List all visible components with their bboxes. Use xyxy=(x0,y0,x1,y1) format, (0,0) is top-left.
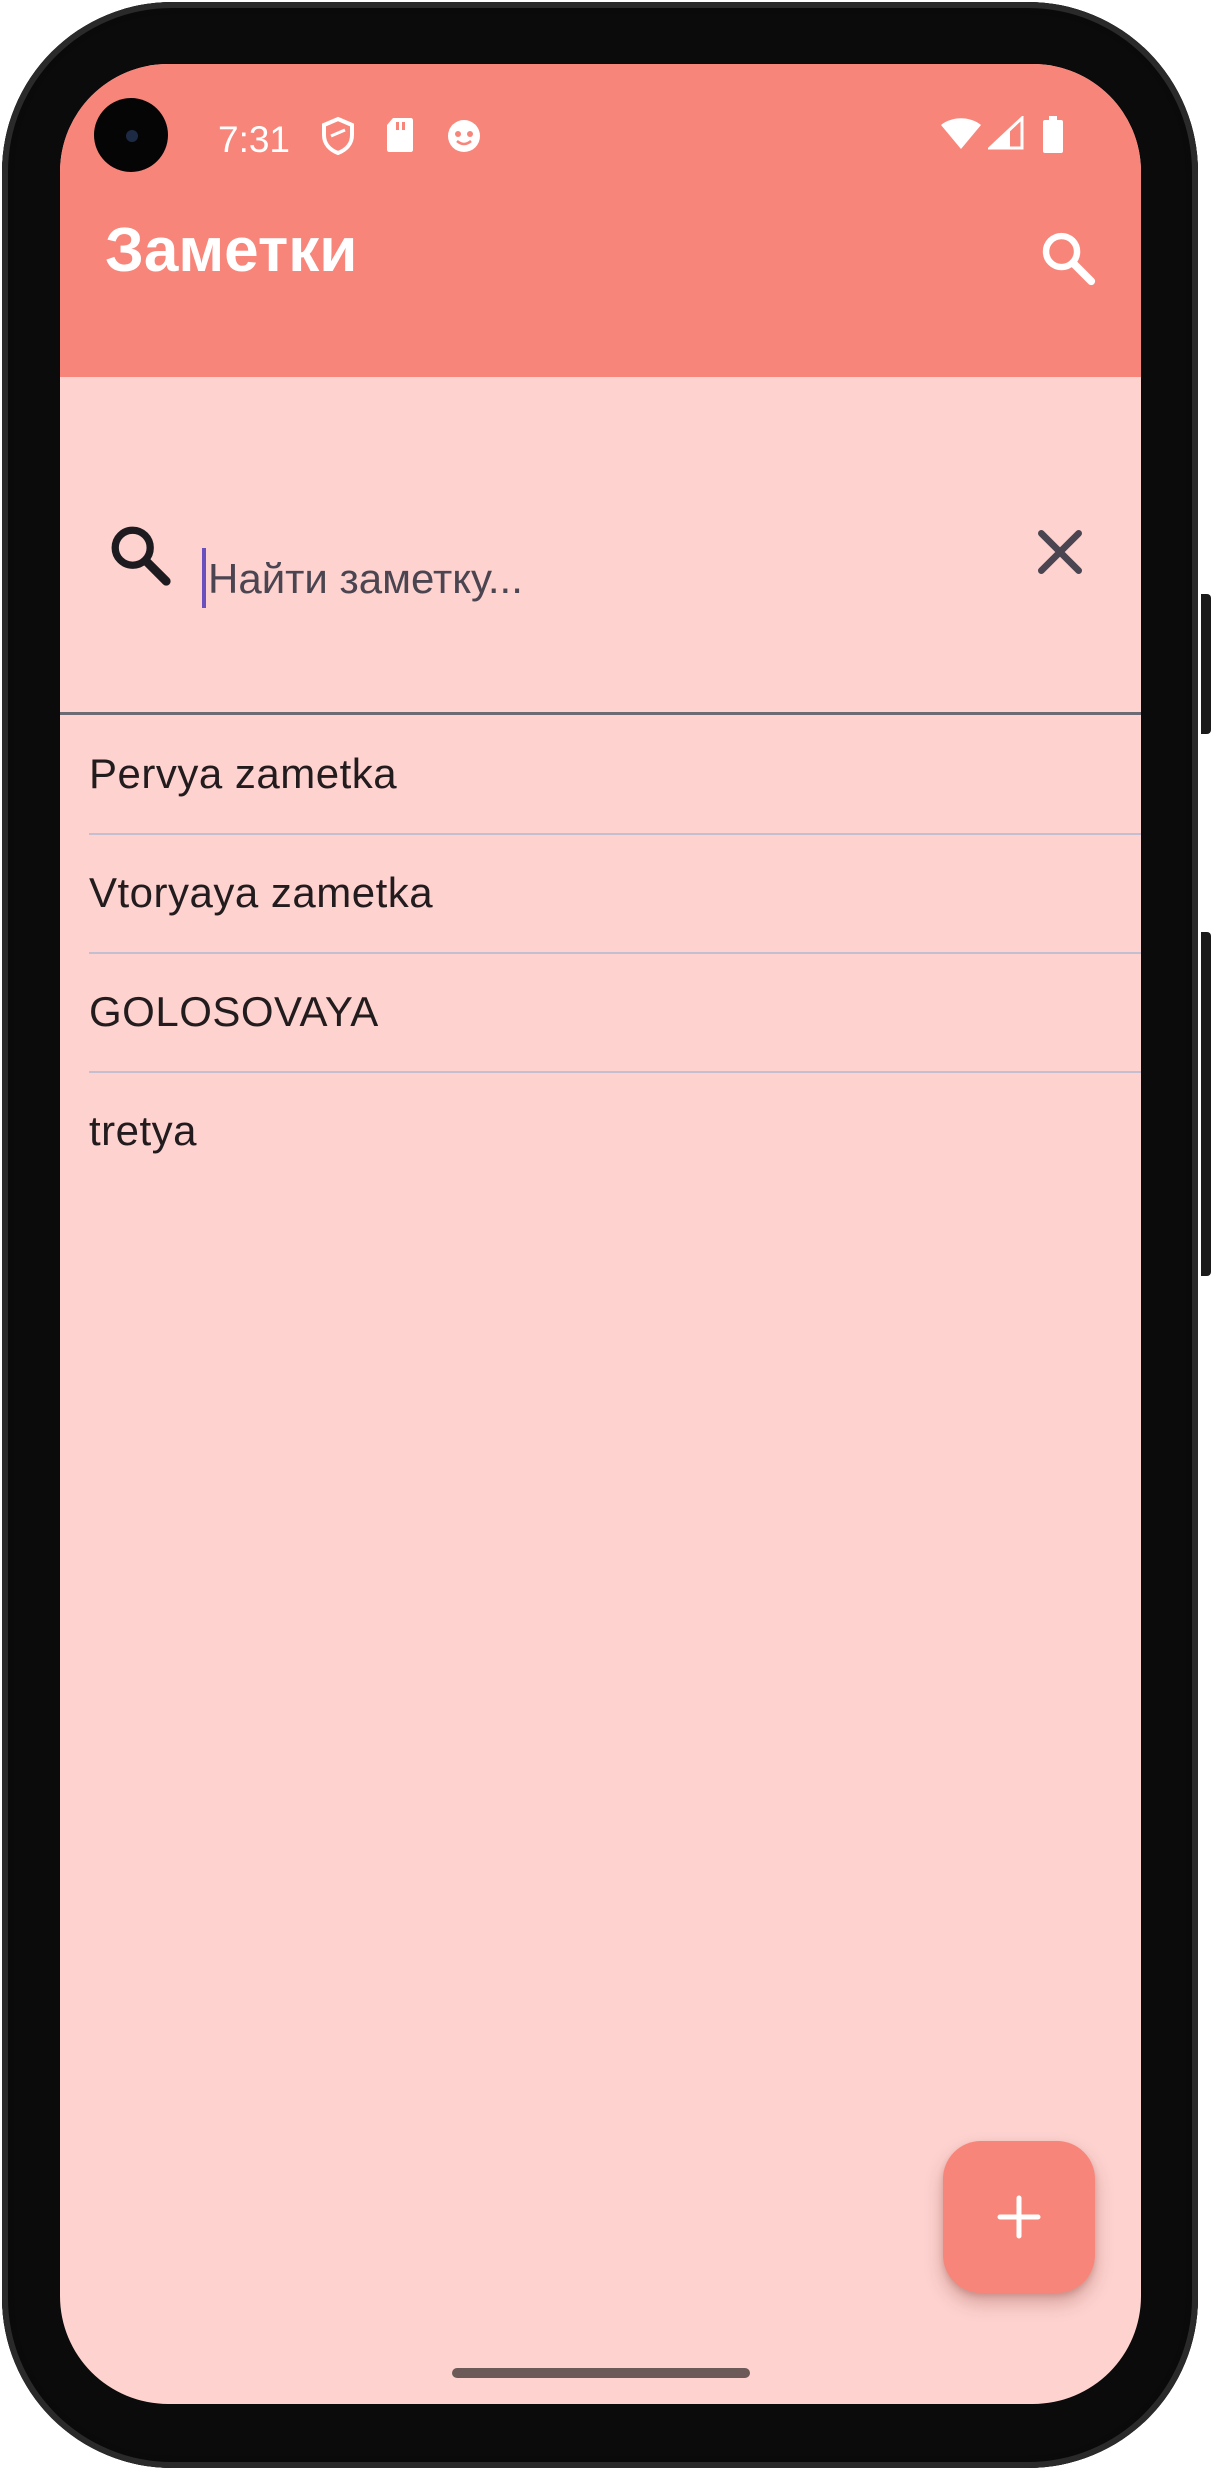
plus-icon xyxy=(997,2195,1041,2239)
power-button xyxy=(1201,594,1211,734)
sd-card-icon xyxy=(387,118,413,152)
list-item[interactable]: Pervya zametka xyxy=(89,716,1141,835)
battery-icon xyxy=(1043,116,1063,153)
list-item[interactable]: GOLOSOVAYA xyxy=(89,954,1141,1073)
notes-list: Pervya zametka Vtoryaya zametka GOLOSOVA… xyxy=(60,716,1141,1190)
app-bar: 7:31 Заметки xyxy=(60,64,1141,377)
shield-icon xyxy=(322,116,354,156)
text-caret xyxy=(202,548,206,608)
status-time: 7:31 xyxy=(218,119,291,160)
list-item[interactable]: tretya xyxy=(89,1073,1141,1190)
search-input[interactable] xyxy=(208,546,1048,612)
list-item[interactable]: Vtoryaya zametka xyxy=(89,835,1141,954)
phone-frame: 7:31 Заметки Найти заметку... Pervya zam… xyxy=(0,0,1211,2474)
note-title: Vtoryaya zametka xyxy=(89,869,434,916)
search-icon xyxy=(111,526,171,586)
home-indicator[interactable] xyxy=(452,2368,750,2378)
search-underline xyxy=(60,712,1141,715)
emoji-icon xyxy=(448,120,480,152)
front-camera xyxy=(94,98,168,172)
search-icon[interactable] xyxy=(1037,227,1099,289)
page-title: Заметки xyxy=(105,216,358,285)
note-title: GOLOSOVAYA xyxy=(89,988,379,1035)
screen: 7:31 Заметки Найти заметку... Pervya zam… xyxy=(60,64,1141,2404)
close-icon[interactable] xyxy=(1028,520,1092,584)
wifi-icon xyxy=(941,118,981,149)
signal-icon xyxy=(988,116,1024,150)
volume-button xyxy=(1201,932,1211,1276)
note-title: tretya xyxy=(89,1107,198,1154)
note-title: Pervya zametka xyxy=(89,750,398,797)
add-note-button[interactable] xyxy=(943,2141,1095,2293)
